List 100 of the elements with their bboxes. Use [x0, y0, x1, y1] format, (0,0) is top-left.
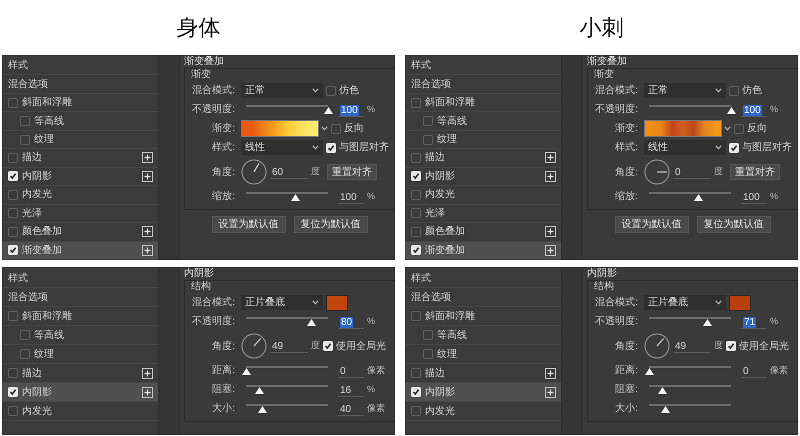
dropdown[interactable]: 正片叠底: [644, 295, 726, 310]
style-list-item[interactable]: 斜面和浮雕: [405, 94, 561, 112]
style-list-item[interactable]: 光泽: [405, 204, 561, 224]
value-field[interactable]: 0: [338, 364, 364, 378]
checkbox[interactable]: [411, 171, 421, 182]
style-list-item[interactable]: 光泽: [2, 204, 158, 224]
checkbox[interactable]: [411, 368, 421, 378]
checkbox[interactable]: [8, 368, 18, 378]
checkbox[interactable]: [411, 152, 421, 163]
style-list-item[interactable]: 内阴影: [405, 168, 561, 186]
checkbox[interactable]: [326, 86, 336, 96]
add-button[interactable]: [545, 226, 556, 238]
style-list-item[interactable]: 描边: [2, 149, 158, 168]
add-button[interactable]: [545, 368, 556, 378]
checkbox[interactable]: [726, 341, 736, 351]
value-field[interactable]: 80: [338, 314, 364, 328]
checkbox[interactable]: [8, 245, 18, 256]
gradient-swatch[interactable]: [241, 120, 319, 137]
value-field[interactable]: 100: [338, 190, 364, 204]
checkbox[interactable]: [20, 134, 30, 145]
set-default-button[interactable]: 设置为默认值: [614, 216, 688, 233]
style-list-item[interactable]: 渐变叠加: [405, 242, 561, 260]
checkbox[interactable]: [323, 341, 333, 351]
value-field[interactable]: 60: [270, 165, 308, 179]
value-field[interactable]: 0: [673, 165, 711, 179]
slider-thumb[interactable]: [324, 106, 332, 114]
dropdown[interactable]: 线性: [241, 140, 323, 155]
style-list-item[interactable]: 渐变叠加: [2, 242, 158, 260]
reset-default-button[interactable]: 复位为默认值: [696, 216, 770, 233]
checkbox[interactable]: [326, 142, 336, 152]
checkbox[interactable]: [423, 116, 433, 126]
value-field[interactable]: 49: [673, 339, 711, 353]
reset-align-button[interactable]: 重置对齐: [327, 164, 377, 180]
slider-thumb[interactable]: [242, 368, 250, 374]
add-button[interactable]: [142, 244, 153, 256]
dropdown[interactable]: 正常: [644, 83, 726, 98]
checkbox[interactable]: [411, 208, 421, 218]
style-list-item[interactable]: 内阴影: [2, 168, 158, 186]
checkbox[interactable]: [8, 387, 18, 397]
reset-default-button[interactable]: 复位为默认值: [294, 216, 368, 233]
color-swatch[interactable]: [326, 294, 348, 310]
value-field[interactable]: 0: [741, 364, 767, 378]
style-list-item[interactable]: 颜色叠加: [2, 223, 158, 242]
checkbox[interactable]: [411, 98, 421, 108]
checkbox[interactable]: [411, 245, 421, 256]
checkbox[interactable]: [8, 208, 18, 218]
checkbox[interactable]: [411, 406, 421, 416]
value-field[interactable]: 71: [741, 314, 767, 328]
add-button[interactable]: [142, 368, 153, 378]
checkbox[interactable]: [411, 190, 421, 200]
angle-dial[interactable]: [241, 159, 267, 185]
checkbox[interactable]: [20, 330, 30, 340]
set-default-button[interactable]: 设置为默认值: [212, 216, 286, 233]
slider-thumb[interactable]: [726, 106, 736, 114]
slider-thumb[interactable]: [644, 368, 654, 374]
dropdown[interactable]: 正常: [241, 83, 323, 98]
value-field[interactable]: 40: [338, 402, 364, 416]
angle-dial[interactable]: [644, 333, 670, 359]
style-list-item[interactable]: 内发光: [2, 186, 158, 205]
dropdown[interactable]: 线性: [644, 140, 726, 155]
checkbox[interactable]: [8, 311, 18, 321]
add-button[interactable]: [545, 244, 556, 256]
checkbox[interactable]: [8, 190, 18, 200]
checkbox[interactable]: [411, 387, 421, 397]
add-button[interactable]: [142, 152, 153, 164]
style-list-item[interactable]: 斜面和浮雕: [2, 94, 158, 112]
checkbox[interactable]: [729, 142, 739, 152]
gradient-swatch[interactable]: [644, 120, 722, 137]
checkbox[interactable]: [734, 124, 744, 134]
style-list-item[interactable]: 颜色叠加: [405, 223, 561, 242]
style-list-item[interactable]: 描边: [405, 149, 561, 168]
checkbox[interactable]: [8, 171, 18, 182]
style-list-item[interactable]: 内阴影: [2, 383, 158, 402]
checkbox[interactable]: [20, 116, 30, 126]
checkbox[interactable]: [411, 226, 421, 237]
add-button[interactable]: [142, 170, 153, 182]
add-button[interactable]: [545, 170, 556, 182]
checkbox[interactable]: [331, 124, 341, 134]
value-field[interactable]: 16: [338, 382, 364, 396]
style-list-item[interactable]: 内发光: [405, 186, 561, 205]
add-button[interactable]: [142, 386, 153, 398]
checkbox[interactable]: [8, 152, 18, 163]
checkbox[interactable]: [8, 226, 18, 237]
reset-align-button[interactable]: 重置对齐: [730, 164, 780, 180]
angle-dial[interactable]: [241, 333, 267, 359]
value-field[interactable]: 49: [270, 339, 308, 353]
dropdown[interactable]: 正片叠底: [241, 295, 323, 310]
checkbox[interactable]: [8, 406, 18, 416]
checkbox[interactable]: [423, 330, 433, 340]
value-field[interactable]: 100: [741, 190, 767, 204]
add-button[interactable]: [142, 226, 153, 238]
checkbox[interactable]: [729, 86, 739, 96]
checkbox[interactable]: [20, 349, 30, 359]
checkbox[interactable]: [8, 98, 18, 108]
checkbox[interactable]: [423, 134, 433, 145]
add-button[interactable]: [545, 152, 556, 164]
color-swatch[interactable]: [729, 294, 751, 310]
angle-dial[interactable]: [644, 159, 670, 185]
style-list-item[interactable]: 内阴影: [405, 383, 561, 402]
add-button[interactable]: [545, 386, 556, 398]
